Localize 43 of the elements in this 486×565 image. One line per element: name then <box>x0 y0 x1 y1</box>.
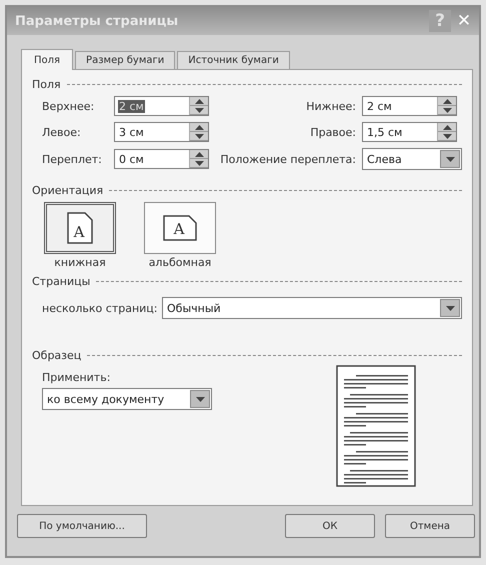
dropdown-field[interactable]: Слева <box>362 148 462 170</box>
spin-field[interactable]: 1,5 см <box>362 122 457 142</box>
dropdown-field[interactable]: Обычный <box>162 297 462 319</box>
spin-field[interactable]: 2 см <box>114 96 209 116</box>
page-icon: A <box>67 212 93 244</box>
field-label: Переплет: <box>42 152 103 166</box>
field-label: несколько страниц: <box>42 302 158 314</box>
tab[interactable]: Источник бумаги <box>177 51 290 69</box>
spin-field[interactable]: 3 см <box>114 122 209 142</box>
field-label: Положение переплета: <box>220 152 357 166</box>
spin-up-icon[interactable] <box>190 123 208 132</box>
field-label: Нижнее: <box>305 100 357 112</box>
tab[interactable]: Поля <box>21 49 74 70</box>
spin-up-icon[interactable] <box>190 150 208 159</box>
spin-up-icon[interactable] <box>190 97 208 106</box>
field-label: Левое: <box>42 126 82 138</box>
group-heading: Ориентация <box>32 184 104 196</box>
page-icon: A <box>163 215 197 241</box>
orientation-label: книжная <box>54 256 106 269</box>
spin-down-icon[interactable] <box>438 132 456 141</box>
dropdown-field[interactable]: ко всему документу <box>42 388 212 410</box>
orientation-button[interactable]: A <box>144 202 216 254</box>
spin-field[interactable]: 0 см <box>114 149 209 169</box>
spin-field[interactable]: 2 см <box>362 96 457 116</box>
field-label: Применить: <box>42 371 112 384</box>
dialog-button[interactable]: ОК <box>285 514 375 538</box>
field-label: Правое: <box>309 126 357 138</box>
group-heading: Страницы <box>32 274 90 288</box>
spin-down-icon[interactable] <box>190 106 208 115</box>
tab[interactable]: Размер бумаги <box>75 51 176 69</box>
field-label: Верхнее: <box>42 100 96 112</box>
spin-down-icon[interactable] <box>438 106 456 115</box>
spin-down-icon[interactable] <box>190 159 208 168</box>
group-heading: Образец <box>32 348 82 362</box>
spin-up-icon[interactable] <box>438 97 456 106</box>
group-heading: Поля <box>32 78 61 90</box>
dialog-button[interactable]: По умолчанию... <box>17 514 147 538</box>
window-title: Параметры страницы <box>15 14 180 28</box>
dialog-button[interactable]: Отмена <box>385 514 475 538</box>
spin-up-icon[interactable] <box>438 123 456 132</box>
spin-down-icon[interactable] <box>190 132 208 141</box>
orientation-button[interactable]: A <box>44 202 116 254</box>
orientation-label: альбомная <box>148 256 212 269</box>
